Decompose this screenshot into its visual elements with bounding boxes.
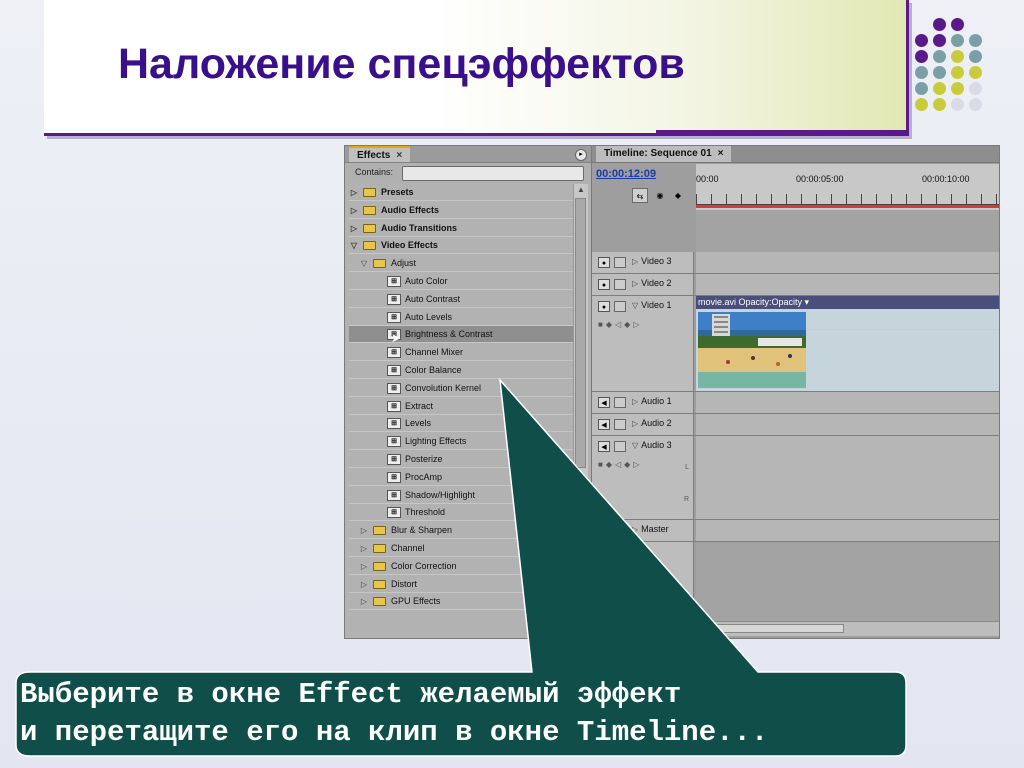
caption-line-2: и перетащите его на клип в окне Timeline… [20, 716, 769, 749]
caption-line-1: Выберите в окне Effect желаемый эффект [20, 678, 682, 711]
instruction-caption: Выберите в окне Effect желаемый эффект и … [20, 676, 900, 752]
callout-bubble [15, 377, 907, 757]
